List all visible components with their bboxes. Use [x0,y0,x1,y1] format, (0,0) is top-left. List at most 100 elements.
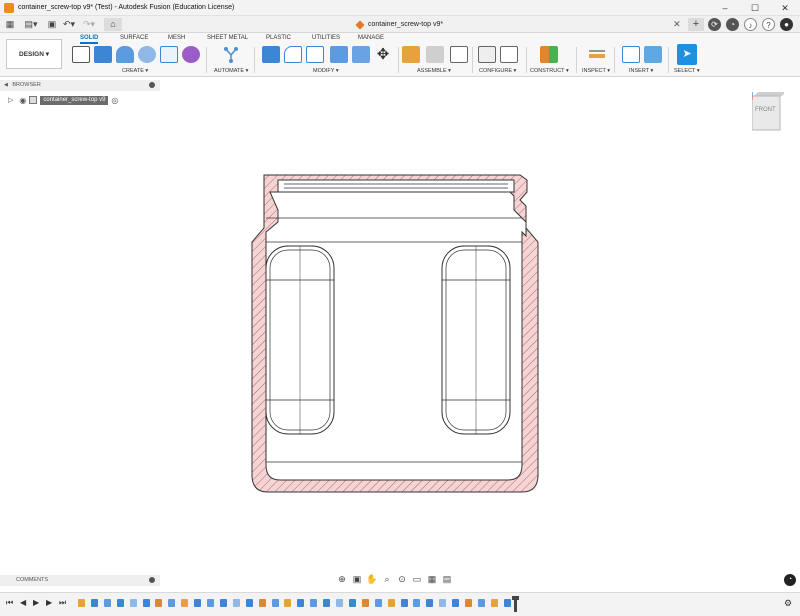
timeline-prev-icon[interactable]: ◀ [20,598,26,607]
zoom-icon[interactable]: ⌕ [381,574,393,585]
job-status-icon[interactable]: ◔ [726,18,739,31]
automate-icon[interactable] [222,46,240,63]
chamfer-icon[interactable] [306,46,324,63]
timeline-feature-icon[interactable] [78,599,85,607]
orbit-icon[interactable]: ⊕ [336,574,348,585]
tab-sheet-metal[interactable]: SHEET METAL [207,35,248,41]
redo-icon[interactable]: ↷▾ [82,18,96,31]
configure-icon[interactable] [478,46,496,63]
construct-group-label[interactable]: CONSTRUCT ▾ [530,68,569,74]
browser-root-item[interactable]: ▷ ◉ container_screw-top v9 ◎ [8,95,118,105]
bill-of-materials-icon[interactable] [450,46,468,63]
timeline-feature-icon[interactable] [400,599,408,607]
move-copy-icon[interactable]: ✥ [374,46,392,63]
tab-utilities[interactable]: UTILITIES [312,35,340,41]
minimize-button[interactable]: – [710,0,740,16]
timeline-feature-icon[interactable] [297,599,305,607]
timeline-feature-icon[interactable] [103,599,111,607]
pan-hand-icon[interactable]: ✋ [366,574,378,585]
viewcube[interactable]: FRONT [751,92,786,131]
timeline-feature-icon[interactable] [194,599,202,607]
timeline-feature-icon[interactable] [465,599,472,607]
joint-icon[interactable] [426,46,444,63]
document-tab[interactable]: container_screw-top v9* ✕ [355,16,681,33]
lid-thread-ridge[interactable] [277,179,515,193]
timeline-feature-icon[interactable] [155,599,163,607]
select-group-label[interactable]: SELECT ▾ [674,68,700,74]
timeline-feature-icon[interactable] [168,599,176,607]
data-panel-grid-icon[interactable]: ▦ [4,18,16,31]
inspect-group-label[interactable]: INSPECT ▾ [582,68,610,74]
combine-icon[interactable] [352,46,370,63]
extrude-icon[interactable] [94,46,112,63]
timeline-feature-icon[interactable] [323,599,331,607]
tab-manage[interactable]: MANAGE [358,35,384,41]
viewcube-face-label[interactable]: FRONT [755,107,776,113]
timeline-settings-gear-icon[interactable]: ⚙ [784,598,792,609]
chat-icon[interactable]: ◔ [784,574,796,586]
timeline-feature-icon[interactable] [90,599,98,607]
timeline-next-icon[interactable]: ▶ [46,598,52,607]
timeline-feature-icon[interactable] [439,599,447,607]
timeline-feature-icon[interactable] [503,599,511,607]
fillet-icon[interactable] [284,46,302,63]
home-icon[interactable]: ⌂ [104,18,122,31]
pattern-icon[interactable] [160,46,178,63]
timeline-feature-icon[interactable] [271,599,279,607]
timeline-play-icon[interactable]: ▶ [33,598,39,607]
account-avatar-icon[interactable]: ● [780,18,793,31]
timeline-feature-icon[interactable] [258,599,266,607]
timeline-feature-icon[interactable] [232,599,240,607]
select-cursor-icon[interactable]: ➤ [677,44,697,65]
timeline-marker[interactable] [512,596,519,612]
left-pocket[interactable] [265,245,335,435]
revolve-icon[interactable] [116,46,134,63]
new-tab-plus-icon[interactable]: + [688,18,704,31]
shell-icon[interactable] [330,46,348,63]
maximize-button[interactable]: ☐ [740,0,770,16]
tab-plastic[interactable]: PLASTIC [266,35,291,41]
timeline-start-icon[interactable]: ⏮ [6,598,13,608]
workspace-switcher-button[interactable]: DESIGN ▾ [6,39,62,69]
undo-icon[interactable]: ↶▾ [62,18,76,31]
automate-group-label[interactable]: AUTOMATE ▾ [214,68,248,74]
timeline-feature-icon[interactable] [142,599,150,607]
file-menu-icon[interactable]: ▤▾ [22,18,40,31]
display-settings-icon[interactable]: ▭ [411,574,423,585]
tab-solid[interactable]: SOLID [80,35,99,44]
create-group-label[interactable]: CREATE ▾ [122,68,148,74]
timeline-feature-icon[interactable] [426,599,434,607]
save-icon[interactable]: ▣ [46,18,58,31]
assemble-group-label[interactable]: ASSEMBLE ▾ [417,68,451,74]
activate-radio-icon[interactable]: ◎ [111,96,118,105]
right-pocket[interactable] [441,245,511,435]
extensions-icon[interactable]: ⟳ [708,18,721,31]
insert-canvas-icon[interactable] [644,46,662,63]
comments-add-icon[interactable] [149,577,155,583]
expand-arrow-icon[interactable]: ▷ [8,96,13,104]
create-sketch-icon[interactable] [72,46,90,63]
timeline-feature-icon[interactable] [413,599,421,607]
look-at-icon[interactable]: ▣ [351,574,363,585]
collapse-triangle-icon[interactable]: ◀ [4,82,8,88]
help-icon[interactable]: ? [762,18,775,31]
browser-panel-header[interactable]: ◀ BROWSER [0,80,160,91]
document-tab-close-button[interactable]: ✕ [673,19,681,30]
timeline-end-icon[interactable]: ⏭ [59,598,66,608]
viewports-icon[interactable]: ▤ [441,574,453,585]
configuration-table-icon[interactable] [500,46,518,63]
press-pull-icon[interactable] [262,46,280,63]
modify-group-label[interactable]: MODIFY ▾ [313,68,339,74]
tab-surface[interactable]: SURFACE [120,35,148,41]
offset-plane-icon[interactable] [540,46,558,63]
timeline-feature-icon[interactable] [490,599,498,607]
timeline-feature-icon[interactable] [181,599,189,607]
comments-panel[interactable]: COMMENTS [0,575,160,586]
tab-mesh[interactable]: MESH [168,35,185,41]
new-component-icon[interactable] [402,46,420,63]
timeline-feature-icon[interactable] [387,599,395,607]
notifications-bell-icon[interactable]: ♪ [744,18,757,31]
configure-group-label[interactable]: CONFIGURE ▾ [479,68,516,74]
visibility-eye-icon[interactable]: ◉ [19,96,26,105]
timeline-feature-icon[interactable] [452,599,460,607]
